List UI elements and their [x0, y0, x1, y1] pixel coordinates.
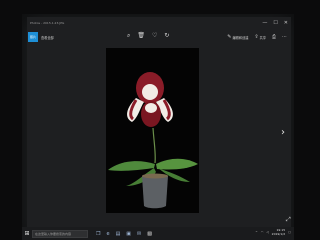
clock[interactable]: 19:15 2019/1/2: [272, 228, 285, 236]
print-button[interactable]: ⎙: [272, 34, 276, 40]
favorite-icon[interactable]: ♡: [152, 33, 157, 39]
window-controls: — ☐ ✕: [262, 20, 288, 26]
title-bar: Photos - 2015.1.23.JPG — ☐ ✕: [27, 17, 291, 29]
back-button-label: 照片: [29, 35, 36, 39]
share-label: 共享: [259, 35, 266, 40]
projection-screen: Photos - 2015.1.23.JPG — ☐ ✕ 照片 查看全部 ⌕ 🗑…: [22, 14, 294, 240]
view-all-link[interactable]: 查看全部: [41, 35, 54, 40]
notifications-icon[interactable]: ▢: [288, 230, 291, 234]
maximize-icon[interactable]: ☐: [273, 20, 277, 26]
photo-toolbar: 照片 查看全部 ⌕ 🗑 ♡ ↻ ✎ 编辑和创建 ⇪ 共享 ⎙ ⋯: [27, 29, 291, 45]
orchid-illustration: [106, 48, 199, 213]
edge-icon[interactable]: e: [106, 231, 109, 237]
close-icon[interactable]: ✕: [284, 20, 288, 26]
print-icon: ⎙: [271, 34, 276, 40]
mail-icon[interactable]: ✉: [137, 231, 141, 237]
pinned-apps: ❐ e ▤ ▣ ✉ ▧: [96, 231, 152, 237]
photos-app-window: Photos - 2015.1.23.JPG — ☐ ✕ 照片 查看全部 ⌕ 🗑…: [27, 17, 291, 227]
zoom-icon[interactable]: ⌕: [127, 33, 130, 39]
windows-start-icon[interactable]: ⊞: [22, 230, 32, 237]
share-icon: ⇪: [254, 34, 259, 40]
search-placeholder: 在这里输入你要搜索的内容: [35, 231, 72, 236]
chevron-right-icon[interactable]: ›: [281, 127, 285, 138]
explorer-icon[interactable]: ▤: [116, 231, 121, 237]
center-tools: ⌕ 🗑 ♡ ↻: [127, 33, 169, 39]
edit-create-label: 编辑和创建: [232, 35, 249, 40]
share-button[interactable]: ⇪ 共享: [254, 34, 266, 40]
edit-create-button[interactable]: ✎ 编辑和创建: [227, 34, 248, 40]
delete-icon[interactable]: 🗑: [137, 33, 145, 39]
more-button[interactable]: ⋯: [282, 34, 287, 40]
edit-icon: ✎: [227, 34, 232, 40]
taskbar-search-input[interactable]: 在这里输入你要搜索的内容: [32, 229, 88, 238]
volume-icon[interactable]: ◁: [266, 230, 268, 234]
tray-arrow-icon[interactable]: ^: [255, 230, 258, 234]
taskbar: ⊞ 在这里输入你要搜索的内容 ❐ e ▤ ▣ ✉ ▧ ^ ◠ ◁ 19:15 2…: [22, 227, 294, 240]
fullscreen-icon[interactable]: ⤢: [286, 216, 291, 224]
clock-date: 2019/1/2: [271, 232, 286, 236]
right-tools: ✎ 编辑和创建 ⇪ 共享 ⎙ ⋯: [227, 34, 287, 40]
task-view-icon[interactable]: ❐: [96, 231, 100, 237]
photos-app-icon[interactable]: ▧: [147, 231, 152, 237]
network-icon[interactable]: ◠: [261, 230, 264, 234]
store-icon[interactable]: ▣: [126, 231, 131, 237]
more-icon: ⋯: [282, 34, 287, 40]
orchid-photo: [106, 48, 199, 213]
system-tray: ^ ◠ ◁ 19:15 2019/1/2 ▢: [255, 228, 291, 236]
rotate-icon[interactable]: ↻: [164, 33, 169, 39]
minimize-icon[interactable]: —: [262, 20, 267, 26]
window-title: Photos - 2015.1.23.JPG: [30, 21, 65, 25]
back-to-photos-button[interactable]: 照片: [28, 32, 38, 42]
